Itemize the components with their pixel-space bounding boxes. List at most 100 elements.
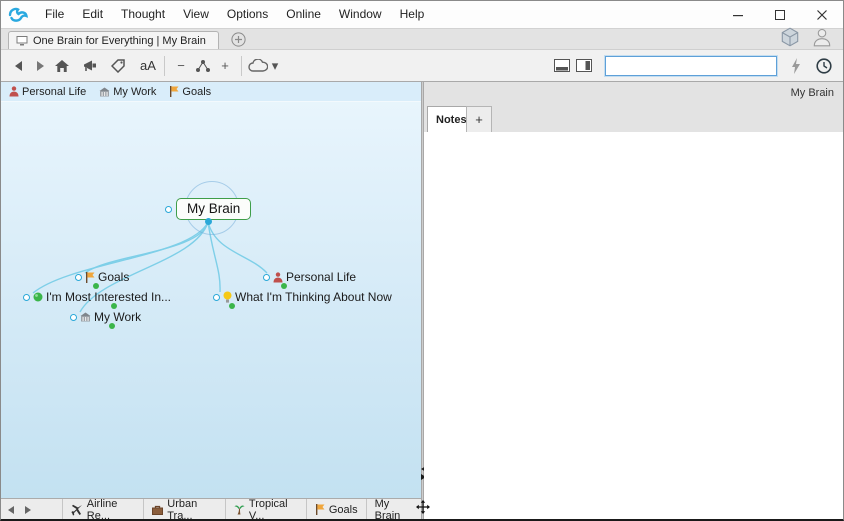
zoom-out-icon[interactable]: − [170,54,192,78]
thought-title: My Brain [791,87,834,99]
past-tab-label: Urban Tra... [167,498,217,521]
past-tab-label: Goals [329,504,358,516]
pinned-thoughts-bar: Personal Life My Work Goals [1,82,421,102]
thought-node-goals[interactable]: Goals [75,270,129,284]
pin-label: Goals [182,86,211,98]
past-tab-airline[interactable]: Airline Re... [62,499,144,520]
pin-label: Personal Life [22,86,86,98]
green-sphere-icon [33,292,43,302]
add-tab-icon[interactable] [231,32,246,47]
thought-node-personal-life[interactable]: Personal Life [263,270,356,284]
close-icon[interactable] [801,1,843,28]
toggle-bottom-panel-icon[interactable] [551,54,573,78]
person-icon [9,86,19,97]
notes-header: My Brain Notes + [424,82,843,132]
parent-gate[interactable] [75,274,82,281]
past-thought-bar: Airline Re... Urban Tra... Tropical V...… [1,498,422,520]
monitor-icon [16,36,28,46]
menu-online[interactable]: Online [277,1,330,28]
thought-label: My Work [94,310,141,324]
briefcase-icon [152,505,163,515]
toolbar-separator [164,56,165,76]
thought-node-interested[interactable]: I'm Most Interested In... [23,290,171,304]
back-icon[interactable] [7,54,29,78]
past-tab-urban[interactable]: Urban Tra... [144,499,226,520]
cloud-dropdown-caret-icon[interactable]: ▾ [269,54,281,78]
thought-node-my-brain[interactable]: My Brain [165,198,251,220]
building-icon [99,87,110,97]
account-person-icon[interactable] [811,26,833,48]
child-gate[interactable] [93,283,99,289]
pin-my-work[interactable]: My Work [95,86,165,98]
notes-editor[interactable] [424,132,843,519]
scroll-right-icon[interactable] [21,501,33,519]
active-thought-label[interactable]: My Brain [176,198,251,220]
parent-gate[interactable] [213,294,220,301]
lightning-icon[interactable] [785,54,807,78]
megaphone-icon[interactable] [79,54,101,78]
child-gate[interactable] [281,283,287,289]
forward-icon[interactable] [29,54,51,78]
menu-window[interactable]: Window [330,1,391,28]
menu-edit[interactable]: Edit [73,1,112,28]
toolbar: aA − + ▾ [1,49,843,82]
past-tab-my-brain[interactable]: My Brain [367,499,422,520]
font-style-button[interactable]: aA [137,54,159,78]
thought-label: Personal Life [286,270,356,284]
lightbulb-icon [223,291,232,303]
plex-view-icon[interactable] [192,54,214,78]
home-icon[interactable] [51,54,73,78]
flag-icon [85,272,95,283]
app-window: File Edit Thought View Options Online Wi… [0,0,844,521]
thought-label: Goals [98,270,129,284]
history-clock-icon[interactable] [813,54,835,78]
maximize-icon[interactable] [759,1,801,28]
plex-canvas[interactable]: My Brain Goals Personal Life [1,102,421,498]
child-gate[interactable] [205,218,212,225]
parent-gate[interactable] [23,294,30,301]
pin-goals[interactable]: Goals [165,86,220,98]
menu-options[interactable]: Options [218,1,277,28]
flag-icon [169,86,179,97]
splitter-move-icon[interactable] [416,500,430,514]
past-tab-label: Tropical V... [249,498,298,521]
toolbar-separator [241,56,242,76]
child-gate[interactable] [229,303,235,309]
menu-thought[interactable]: Thought [112,1,174,28]
toolbar-right-group [551,54,835,78]
titlebar: File Edit Thought View Options Online Wi… [1,1,843,28]
parent-gate[interactable] [70,314,77,321]
child-gate[interactable] [109,323,115,329]
past-tab-label: My Brain [375,498,413,521]
menu-file[interactable]: File [36,1,73,28]
child-gate[interactable] [111,303,117,309]
thought-node-thinking[interactable]: What I'm Thinking About Now [213,290,392,304]
plex-panel: Personal Life My Work Goals [1,82,421,498]
cloud-sync-icon[interactable] [247,54,269,78]
add-content-tab[interactable]: + [466,106,492,132]
brain-tab[interactable]: One Brain for Everything | My Brain [8,31,219,50]
scroll-left-icon[interactable] [5,501,17,519]
content-panel: My Brain Notes + [424,82,843,519]
search-input[interactable] [605,56,777,76]
tag-icon[interactable] [107,54,129,78]
palm-icon [234,504,245,515]
airplane-icon [71,504,83,516]
past-tab-goals[interactable]: Goals [307,499,367,520]
menu-help[interactable]: Help [391,1,434,28]
parent-gate[interactable] [263,274,270,281]
thought-label: I'm Most Interested In... [46,290,171,304]
pin-personal-life[interactable]: Personal Life [5,86,95,98]
menu-view[interactable]: View [174,1,218,28]
jump-gate[interactable] [165,206,172,213]
brain-tab-bar: One Brain for Everything | My Brain [1,28,843,49]
brain-tab-label: One Brain for Everything | My Brain [33,35,206,47]
zoom-in-icon[interactable]: + [214,54,236,78]
toggle-right-panel-icon[interactable] [573,54,595,78]
past-tab-tropical[interactable]: Tropical V... [226,499,307,520]
thought-node-my-work[interactable]: My Work [70,310,141,324]
menu-bar: File Edit Thought View Options Online Wi… [36,1,433,28]
local-brain-cube-icon[interactable] [779,26,801,48]
person-icon [273,272,283,283]
minimize-icon[interactable] [717,1,759,28]
